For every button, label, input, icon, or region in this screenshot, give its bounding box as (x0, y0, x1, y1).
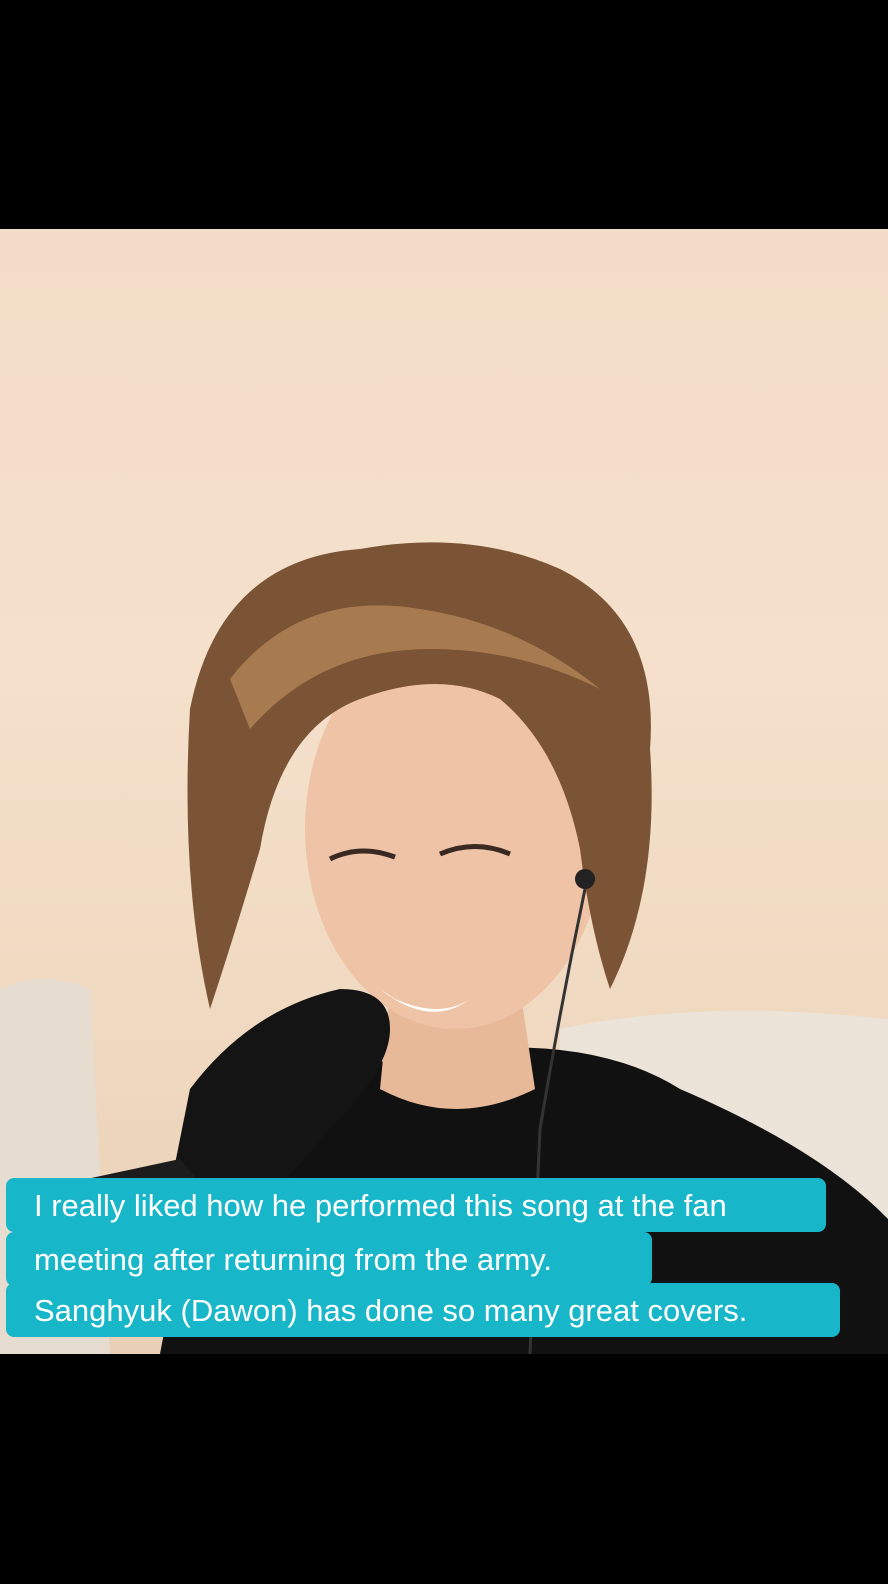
caption-line-1: I really liked how he performed this son… (6, 1178, 826, 1232)
earphone (575, 869, 595, 889)
letterbox-bottom (0, 1354, 888, 1584)
caption-line-2: meeting after returning from the army. (6, 1232, 652, 1286)
caption-line-3: Sanghyuk (Dawon) has done so many great … (6, 1283, 840, 1337)
letterbox-top (0, 0, 888, 229)
